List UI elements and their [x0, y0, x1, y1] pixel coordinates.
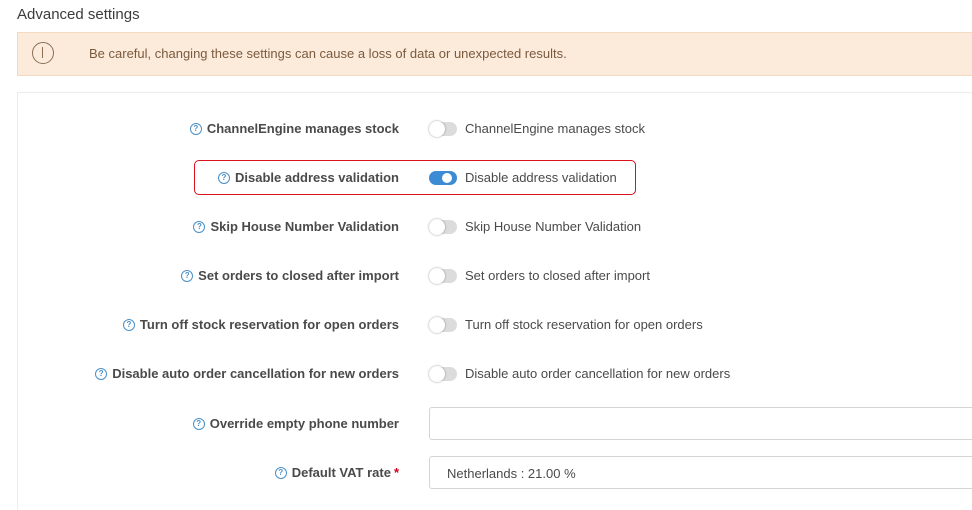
- vat-rate-select[interactable]: Netherlands : 21.00 %: [429, 456, 972, 489]
- setting-row-auto-cancellation: ? Disable auto order cancellation for new…: [0, 359, 972, 389]
- stock-reservation-toggle[interactable]: [429, 317, 457, 333]
- setting-row-skip-house-number: ? Skip House Number Validation Skip House…: [0, 212, 972, 242]
- setting-label: Disable auto order cancellation for new …: [112, 366, 399, 381]
- vat-selected-value: Netherlands : 21.00 %: [447, 466, 576, 481]
- settings-panel: [17, 92, 972, 510]
- section-title: Advanced settings: [17, 6, 140, 23]
- highlight-box: [194, 160, 636, 195]
- manages-stock-toggle[interactable]: [429, 121, 457, 137]
- toggle-label[interactable]: ChannelEngine manages stock: [465, 121, 645, 136]
- help-icon[interactable]: ?: [189, 122, 202, 135]
- toggle-knob: [429, 317, 445, 333]
- help-icon[interactable]: ?: [193, 220, 206, 233]
- toggle-label[interactable]: Set orders to closed after import: [465, 268, 650, 283]
- setting-label: Skip House Number Validation: [210, 219, 399, 234]
- help-icon[interactable]: ?: [274, 466, 287, 479]
- setting-label: Default VAT rate: [291, 465, 391, 480]
- setting-row-phone: ? Override empty phone number: [0, 407, 972, 440]
- help-icon[interactable]: ?: [95, 367, 108, 380]
- orders-closed-toggle[interactable]: [429, 268, 457, 284]
- toggle-knob: [429, 219, 445, 235]
- help-icon[interactable]: ?: [181, 269, 194, 282]
- toggle-knob: [429, 121, 445, 137]
- required-mark: *: [393, 465, 399, 480]
- toggle-knob: [429, 366, 445, 382]
- toggle-knob: [429, 268, 445, 284]
- toggle-label[interactable]: Turn off stock reservation for open orde…: [465, 317, 703, 332]
- setting-label: Override empty phone number: [209, 416, 399, 431]
- exclamation-circle-icon: [32, 42, 54, 64]
- setting-label: ChannelEngine manages stock: [206, 121, 399, 136]
- warning-banner: Be careful, changing these settings can …: [17, 32, 972, 76]
- setting-row-vat: ? Default VAT rate * Netherlands : 21.00 %: [0, 456, 972, 489]
- skip-house-number-toggle[interactable]: [429, 219, 457, 235]
- phone-number-input[interactable]: [429, 407, 972, 440]
- warning-text: Be careful, changing these settings can …: [89, 46, 567, 61]
- help-icon[interactable]: ?: [122, 318, 135, 331]
- setting-row-manages-stock: ? ChannelEngine manages stock ChannelEngi…: [0, 114, 972, 144]
- toggle-label[interactable]: Skip House Number Validation: [465, 219, 641, 234]
- auto-cancellation-toggle[interactable]: [429, 366, 457, 382]
- setting-label: Set orders to closed after import: [198, 268, 399, 283]
- setting-row-stock-reservation: ? Turn off stock reservation for open ord…: [0, 310, 972, 340]
- toggle-label[interactable]: Disable auto order cancellation for new …: [465, 366, 730, 381]
- help-icon[interactable]: ?: [192, 417, 205, 430]
- setting-row-orders-closed: ? Set orders to closed after import Set o…: [0, 261, 972, 291]
- setting-label: Turn off stock reservation for open orde…: [139, 317, 399, 332]
